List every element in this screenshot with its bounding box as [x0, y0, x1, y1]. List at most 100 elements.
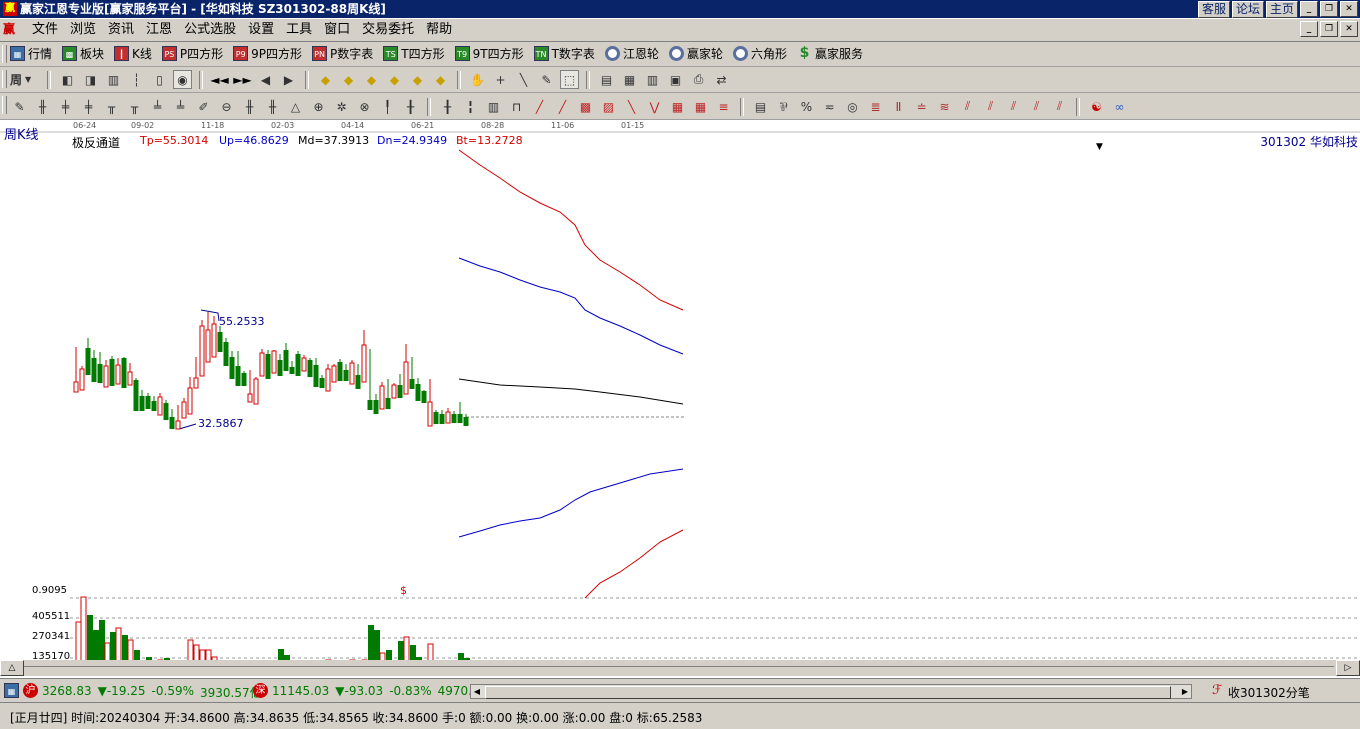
toolbar-button[interactable]: $ 赢家服务 [797, 45, 863, 62]
scroll-left-button[interactable]: △ [0, 660, 24, 676]
candle-style-icon[interactable]: ▯ [150, 70, 169, 89]
dropdown-arrow-icon[interactable]: ▼ [1096, 142, 1103, 152]
drawing-tool-icon[interactable]: ≐ [912, 97, 931, 116]
view3-icon[interactable]: ▥ [104, 70, 123, 89]
drawing-tool-icon[interactable]: ╫ [33, 97, 52, 116]
drawing-tool-icon[interactable]: ▦ [691, 97, 710, 116]
calendar-icon[interactable]: ▤ [597, 70, 616, 89]
drawing-tool-icon[interactable]: ╂ [401, 97, 420, 116]
drawing-tool-icon[interactable]: ⫽ [1050, 97, 1069, 116]
last-icon[interactable]: ►► [233, 70, 252, 89]
diamond6-icon[interactable]: ◆ [431, 70, 450, 89]
period-selector[interactable]: 周 ▼ [10, 70, 40, 89]
restore-icon[interactable]: ❐ [1320, 1, 1338, 17]
drawing-tool-icon[interactable]: ╧ [171, 97, 190, 116]
drawing-tool-icon[interactable]: ╧ [148, 97, 167, 116]
indicator-icon[interactable]: ◉ [173, 70, 192, 89]
view2-icon[interactable]: ◨ [81, 70, 100, 89]
drawing-tool-icon[interactable]: ⊕ [309, 97, 328, 116]
drawing-tool-icon[interactable]: ╂ [438, 97, 457, 116]
drawing-tool-icon[interactable]: ▦ [668, 97, 687, 116]
drawing-tool-icon[interactable]: ⫽ [1004, 97, 1023, 116]
hand-icon[interactable]: ✋ [468, 70, 487, 89]
close-icon[interactable]: ✕ [1340, 1, 1358, 17]
diamond3-icon[interactable]: ◆ [362, 70, 381, 89]
ticker-scrollbar[interactable]: ◀ ▶ [470, 684, 1192, 699]
toolbar-button[interactable]: TN T数字表 [533, 45, 595, 62]
diamond5-icon[interactable]: ◆ [408, 70, 427, 89]
drawing-tool-icon[interactable]: ⫽ [958, 97, 977, 116]
line-tool-icon[interactable]: ╲ [514, 70, 533, 89]
drawing-tool-icon[interactable]: ✐ [194, 97, 213, 116]
drawing-tool-icon[interactable]: ◎ [843, 97, 862, 116]
kline-chart[interactable]: 周K线 极反通道 Tp=55.3014 Up=46.8629 Md=37.391… [0, 120, 1360, 677]
arrow-right-icon[interactable]: ▶ [279, 70, 298, 89]
drawing-tool-icon[interactable]: ▩ [576, 97, 595, 116]
service-link[interactable]: 客服 [1197, 1, 1230, 18]
minimize-icon[interactable]: _ [1300, 1, 1318, 17]
toolbar-button[interactable]: ┃ K线 [114, 45, 152, 62]
home-link[interactable]: 主页 [1265, 1, 1298, 18]
drawing-tool-icon[interactable]: ✎ [10, 97, 29, 116]
drawing-tool-icon[interactable]: ⊗ [355, 97, 374, 116]
toolbar-grip[interactable] [2, 96, 7, 114]
drawing-tool-icon[interactable]: ▨ [599, 97, 618, 116]
menu-item[interactable]: 浏览 [64, 22, 102, 38]
drawing-tool-icon[interactable]: ╫ [240, 97, 259, 116]
forum-link[interactable]: 论坛 [1231, 1, 1264, 18]
ticker-right-icon[interactable]: ▶ [1179, 685, 1191, 698]
menu-item[interactable]: 窗口 [318, 22, 356, 38]
drawing-tool-icon[interactable]: ✲ [332, 97, 351, 116]
drawing-tool-icon[interactable]: ⋁ [645, 97, 664, 116]
view1-icon[interactable]: ◧ [58, 70, 77, 89]
drawing-tool-icon[interactable]: ╱ [530, 97, 549, 116]
toolbar-grip[interactable] [2, 70, 7, 88]
menu-item[interactable]: 设置 [242, 22, 280, 38]
select-tool-icon[interactable]: ⬚ [560, 70, 579, 89]
diamond1-icon[interactable]: ◆ [316, 70, 335, 89]
ticker-left-icon[interactable]: ◀ [471, 685, 483, 698]
drawing-tool-icon[interactable]: ╏ [461, 97, 480, 116]
drawing-tool-icon[interactable]: ╫ [263, 97, 282, 116]
trade-icon[interactable]: ⇄ [712, 70, 731, 89]
drawing-tool-icon[interactable]: Ⅱ [889, 97, 908, 116]
drawing-tool-icon[interactable]: ≣ [866, 97, 885, 116]
toolbar-button[interactable]: 江恩轮 [604, 45, 659, 62]
report-icon[interactable]: ▥ [643, 70, 662, 89]
menu-item[interactable]: 工具 [280, 22, 318, 38]
menu-item[interactable]: 交易委托 [356, 22, 420, 38]
toolbar-button[interactable]: PN P数字表 [312, 45, 373, 62]
view4-icon[interactable]: ┆ [127, 70, 146, 89]
menu-item[interactable]: 江恩 [140, 22, 178, 38]
mdi-close-icon[interactable]: ✕ [1340, 21, 1358, 37]
drawing-tool-icon[interactable]: ▥ [484, 97, 503, 116]
first-icon[interactable]: ◄◄ [210, 70, 229, 89]
drawing-tool-icon[interactable]: ∞ [1110, 97, 1129, 116]
toolbar-button[interactable]: 赢家轮 [668, 45, 723, 62]
calc-icon[interactable]: ▦ [620, 70, 639, 89]
diamond4-icon[interactable]: ◆ [385, 70, 404, 89]
drawing-tool-icon[interactable]: ≂ [820, 97, 839, 116]
toolbar-button[interactable]: T9 9T四方形 [454, 45, 524, 62]
mdi-minimize-icon[interactable]: _ [1300, 21, 1318, 37]
drawing-tool-icon[interactable]: ╥ [125, 97, 144, 116]
drawing-tool-icon[interactable]: ⊖ [217, 97, 236, 116]
drawing-tool-icon[interactable]: ╥ [102, 97, 121, 116]
toolbar-grip[interactable] [2, 45, 7, 63]
drawing-tool-icon[interactable]: ╱ [553, 97, 572, 116]
drawing-tool-icon[interactable]: ≋ [935, 97, 954, 116]
diamond2-icon[interactable]: ◆ [339, 70, 358, 89]
ticker-thumb[interactable] [485, 686, 1171, 699]
drawing-tool-icon[interactable]: ⫽ [1027, 97, 1046, 116]
drawing-tool-icon[interactable]: ⊓ [507, 97, 526, 116]
drawing-tool-icon[interactable]: ╲ [622, 97, 641, 116]
app-menu-icon[interactable]: 赢 [3, 22, 18, 37]
menu-item[interactable]: 公式选股 [178, 22, 242, 38]
print-icon[interactable]: ⎙ [689, 70, 708, 89]
drawing-tool-icon[interactable]: ▤ [751, 97, 770, 116]
drawing-tool-icon[interactable]: ╿ [378, 97, 397, 116]
mdi-restore-icon[interactable]: ❐ [1320, 21, 1338, 37]
toolbar-button[interactable]: 六角形 [732, 45, 787, 62]
drawing-tool-icon[interactable]: ≡ [714, 97, 733, 116]
drawing-tool-icon[interactable]: ☯ [1087, 97, 1106, 116]
